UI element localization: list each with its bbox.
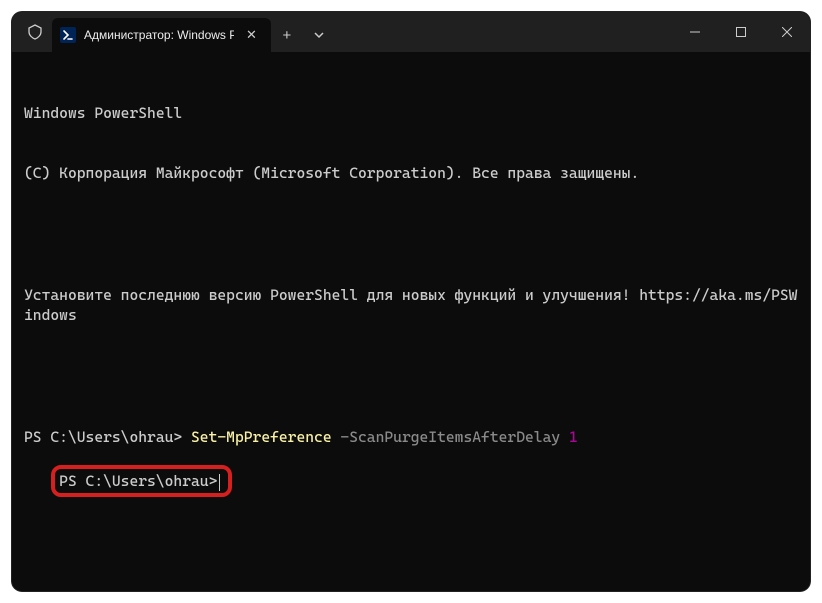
tab-dropdown-button[interactable] [303, 18, 335, 52]
cursor [219, 474, 220, 491]
output-line: Windows PowerShell [24, 103, 798, 123]
powershell-icon [60, 27, 76, 43]
maximize-button[interactable] [718, 12, 764, 52]
terminal-body[interactable]: Windows PowerShell (C) Корпорация Майкро… [12, 52, 810, 528]
minimize-button[interactable] [672, 12, 718, 52]
output-line: (C) Корпорация Майкрософт (Microsoft Cor… [24, 163, 798, 183]
app-icon [18, 12, 52, 52]
close-button[interactable] [764, 12, 810, 52]
new-tab-button[interactable]: + [271, 18, 303, 52]
output-blank [24, 366, 798, 386]
titlebar: Администратор: Windows Po ✕ + [12, 12, 810, 52]
tab-title: Администратор: Windows Po [84, 28, 234, 42]
prompt: PS C:\Users\ohrau> [24, 428, 191, 446]
terminal-window: Администратор: Windows Po ✕ + Windows Po… [12, 12, 810, 591]
highlight-annotation: PS C:\Users\ohrau> [51, 465, 232, 497]
cmdlet-name: Set-MpPreference [191, 428, 332, 446]
output-blank [24, 224, 798, 244]
prompt: PS C:\Users\ohrau> [59, 472, 217, 490]
cmdlet-param: -ScanPurgeItemsAfterDelay [332, 428, 569, 446]
tab-close-button[interactable]: ✕ [242, 25, 261, 45]
tab-active[interactable]: Администратор: Windows Po ✕ [52, 18, 271, 52]
command-line: PS C:\Users\ohrau> Set-MpPreference -Sca… [24, 427, 798, 447]
cmdlet-value: 1 [569, 428, 578, 446]
window-controls [672, 12, 810, 52]
output-line: Установите последнюю версию PowerShell д… [24, 285, 798, 326]
